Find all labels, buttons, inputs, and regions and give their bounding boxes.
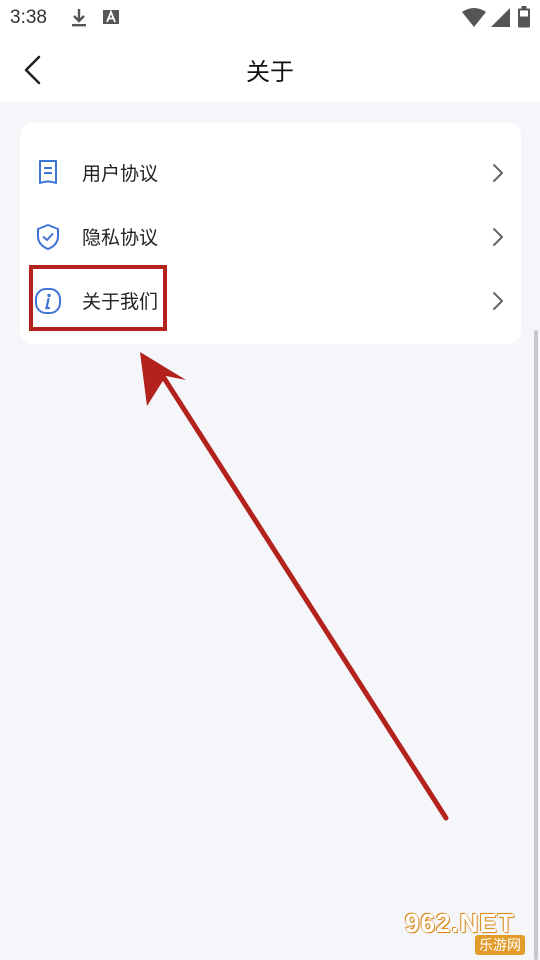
- chevron-right-icon: [493, 292, 503, 310]
- menu-item-about-us[interactable]: 关于我们: [20, 269, 521, 333]
- status-bar: 3:38: [0, 0, 540, 36]
- chevron-right-icon: [493, 164, 503, 182]
- info-icon: [35, 288, 61, 314]
- watermark-site: 乐游网: [475, 935, 525, 955]
- signal-icon: [491, 8, 510, 27]
- shield-check-icon: [37, 224, 59, 250]
- app-header: 关于: [0, 36, 540, 102]
- menu-card: 用户协议 隐私协议 关于我们: [20, 123, 521, 344]
- menu-item-label: 隐私协议: [82, 227, 159, 249]
- menu-item-user-agreement[interactable]: 用户协议: [20, 141, 521, 205]
- page-title: 关于: [246, 58, 294, 86]
- chevron-right-icon: [493, 228, 503, 246]
- menu-item-privacy-policy[interactable]: 隐私协议: [20, 205, 521, 269]
- wifi-icon: [462, 8, 486, 27]
- document-icon: [39, 160, 57, 184]
- scrollbar[interactable]: [534, 330, 538, 960]
- menu-item-label: 关于我们: [82, 291, 159, 313]
- a-icon: [103, 9, 119, 24]
- watermark: 962.NET 乐游网: [405, 908, 537, 956]
- download-icon: [72, 9, 86, 27]
- status-time: 3:38: [10, 7, 47, 28]
- battery-icon: [518, 6, 530, 28]
- menu-item-label: 用户协议: [82, 163, 159, 185]
